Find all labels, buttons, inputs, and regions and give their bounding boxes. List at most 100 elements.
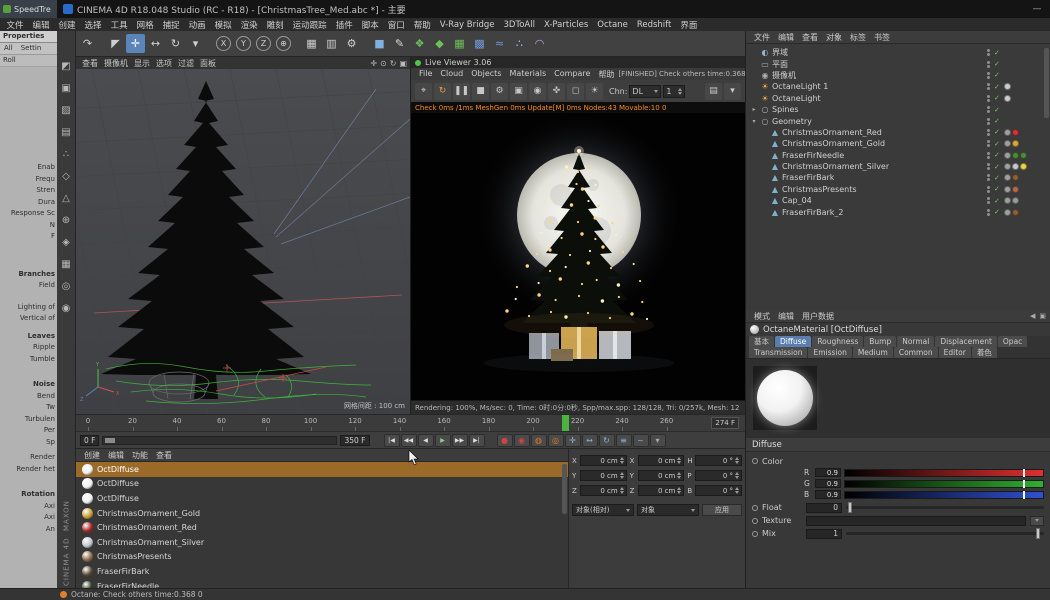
spinner-arrows-icon[interactable] [677, 457, 682, 464]
visibility-dots[interactable] [987, 94, 990, 102]
menubar-item[interactable]: 渲染 [236, 19, 262, 31]
object-row[interactable]: ▸ ○ Spines ✓ [746, 104, 1050, 115]
channel-cursor[interactable] [1023, 479, 1026, 488]
object-manager-menu-item[interactable]: 文件 [750, 32, 774, 43]
material-list-item[interactable]: OctDiffuse [76, 462, 568, 477]
coordinate-space-dropdown[interactable]: 对象 [637, 504, 699, 516]
material-picker-icon[interactable]: ✜ [548, 82, 565, 100]
prev-frame-button[interactable]: ◀ [417, 433, 434, 447]
spinner-arrows-icon[interactable] [735, 487, 740, 494]
live-viewer-titlebar[interactable]: Live Viewer 3.06 [411, 57, 745, 68]
speedtree-window-title[interactable]: SpeedTre [0, 0, 57, 18]
coordinate-field[interactable]: 0 ° [695, 470, 743, 481]
enabled-check-icon[interactable]: ✓ [994, 106, 1002, 114]
timeline-ruler[interactable]: 274 F 0 20 40 60 80 100 120 140 160 180 200 220 240 2… [76, 414, 745, 431]
viewport-menu-item[interactable]: 面板 [197, 58, 219, 69]
range-handle[interactable] [105, 437, 116, 443]
object-manager-menu-item[interactable]: 书签 [870, 32, 894, 43]
coordinate-field[interactable]: 0 cm [580, 455, 627, 466]
material-list-item[interactable]: ChristmasOrnament_Gold [76, 506, 568, 521]
material-manager-menu-item[interactable]: 编辑 [104, 450, 128, 461]
playback-options-button[interactable]: ▾ [649, 433, 666, 447]
menubar-item[interactable]: 工具 [106, 19, 132, 31]
visibility-dots[interactable] [987, 83, 990, 91]
viewport-menu-item[interactable]: 查看 [79, 58, 101, 69]
visibility-dots[interactable] [987, 163, 990, 171]
texture-tag-icon[interactable] [1004, 197, 1011, 205]
object-manager-menu-item[interactable]: 对象 [822, 32, 846, 43]
menubar-item[interactable]: 脚本 [357, 19, 383, 31]
texture-tag-icon[interactable] [1012, 140, 1019, 148]
live-viewer-menu-item[interactable]: Objects [467, 69, 505, 80]
stop-render-icon[interactable]: ■ [472, 82, 489, 100]
texture-tag-icon[interactable] [1012, 174, 1019, 182]
object-row[interactable]: ▲ ChristmasOrnament_Red ✓ [746, 127, 1050, 138]
visibility-dots[interactable] [987, 106, 990, 114]
material-tab[interactable]: Transmission [749, 347, 808, 358]
material-manager-menu-item[interactable]: 创建 [80, 450, 104, 461]
menubar-item[interactable]: 编辑 [28, 19, 54, 31]
channel-cursor[interactable] [1023, 468, 1026, 477]
spinner-arrows-icon[interactable] [619, 487, 624, 494]
object-row[interactable]: ▲ ChristmasOrnament_Silver ✓ [746, 161, 1050, 172]
object-row[interactable]: ◐ 界域 ✓ [746, 47, 1050, 58]
enable-axis-icon[interactable]: ⊕ [59, 213, 74, 228]
attribute-manager-menu-item[interactable]: 模式 [750, 311, 774, 322]
visibility-dots[interactable] [987, 197, 990, 205]
speedtree-tab[interactable]: All [0, 43, 17, 54]
menubar-item[interactable]: 插件 [331, 19, 357, 31]
object-manager-tree[interactable]: ◐ 界域 ✓ ▭ 平面 ✓ ◉ 摄像机 ✓ ☀ OctaneLight 1 ✓ ☀ OctaneLight… [746, 44, 1050, 310]
material-tab[interactable]: Displacement [935, 336, 997, 347]
edges-mode-icon[interactable]: ◇ [59, 169, 74, 184]
locked-workplane-icon[interactable]: ▦ [59, 257, 74, 272]
channel-value-field[interactable]: 0.9 [815, 490, 841, 499]
enabled-check-icon[interactable]: ✓ [994, 49, 1002, 57]
material-list-item[interactable]: OctDiffuse [76, 491, 568, 506]
object-row[interactable]: ▲ FraserFirBark ✓ [746, 172, 1050, 183]
texture-tag-icon[interactable] [1012, 208, 1019, 216]
mix-slider[interactable] [846, 528, 1044, 539]
texture-tag-icon[interactable] [1012, 197, 1019, 205]
material-tab[interactable]: Diffuse [775, 336, 812, 347]
material-tab[interactable]: Medium [852, 347, 893, 358]
menubar-item[interactable]: 3DToAll [499, 20, 539, 30]
key-pla-toggle[interactable]: ~ [632, 433, 649, 447]
texture-tag-icon[interactable] [1012, 163, 1019, 171]
menubar-item[interactable]: 动画 [184, 19, 210, 31]
visibility-dots[interactable] [987, 140, 990, 148]
texture-tag-icon[interactable] [1020, 163, 1027, 171]
record-keyframe-button[interactable]: ● [496, 433, 513, 447]
live-viewer-menu-item[interactable]: Materials [505, 69, 550, 80]
texture-tag-icon[interactable] [1004, 128, 1011, 136]
slider-handle[interactable] [1036, 528, 1041, 539]
add-volume[interactable]: ▩ [470, 34, 489, 53]
key-scale-toggle[interactable]: ↔ [581, 433, 598, 447]
goto-start-button[interactable]: |◀ [383, 433, 400, 447]
coordinate-field[interactable]: 0 ° [695, 455, 743, 466]
coordinate-field[interactable]: 0 cm [580, 485, 627, 496]
material-tab[interactable]: Emission [808, 347, 852, 358]
lock-z-axis[interactable]: Z [256, 36, 271, 51]
enabled-check-icon[interactable]: ✓ [994, 128, 1002, 136]
spinner-arrows-icon[interactable] [735, 472, 740, 479]
render-view[interactable]: ▦ [302, 34, 321, 53]
object-row[interactable]: ▲ FraserFirBark_2 ✓ [746, 206, 1050, 217]
spinner-arrows-icon[interactable] [619, 472, 624, 479]
menubar-item[interactable]: 界面 [676, 19, 702, 31]
menubar-item[interactable]: X-Particles [539, 20, 592, 30]
animation-dot-icon[interactable] [752, 530, 758, 537]
coordinate-system[interactable]: ⊕ [276, 36, 291, 51]
add-deformer[interactable]: ◠ [530, 34, 549, 53]
menubar-item[interactable]: 运动跟踪 [288, 19, 331, 31]
material-list-item[interactable]: ChristmasOrnament_Red [76, 520, 568, 535]
visibility-dots[interactable] [987, 60, 990, 68]
enabled-check-icon[interactable]: ✓ [994, 94, 1002, 102]
texture-tag-icon[interactable] [1004, 208, 1011, 216]
restart-render-icon[interactable]: ↻ [434, 82, 451, 100]
material-tab[interactable]: Editor [938, 347, 971, 358]
viewer-options-icon[interactable]: ▾ [724, 82, 741, 100]
animation-dot-icon[interactable] [752, 517, 758, 524]
make-editable-icon[interactable]: ◩ [59, 59, 74, 74]
coordinate-field[interactable]: 0 cm [580, 470, 627, 481]
texture-tag-icon[interactable] [1012, 185, 1019, 193]
